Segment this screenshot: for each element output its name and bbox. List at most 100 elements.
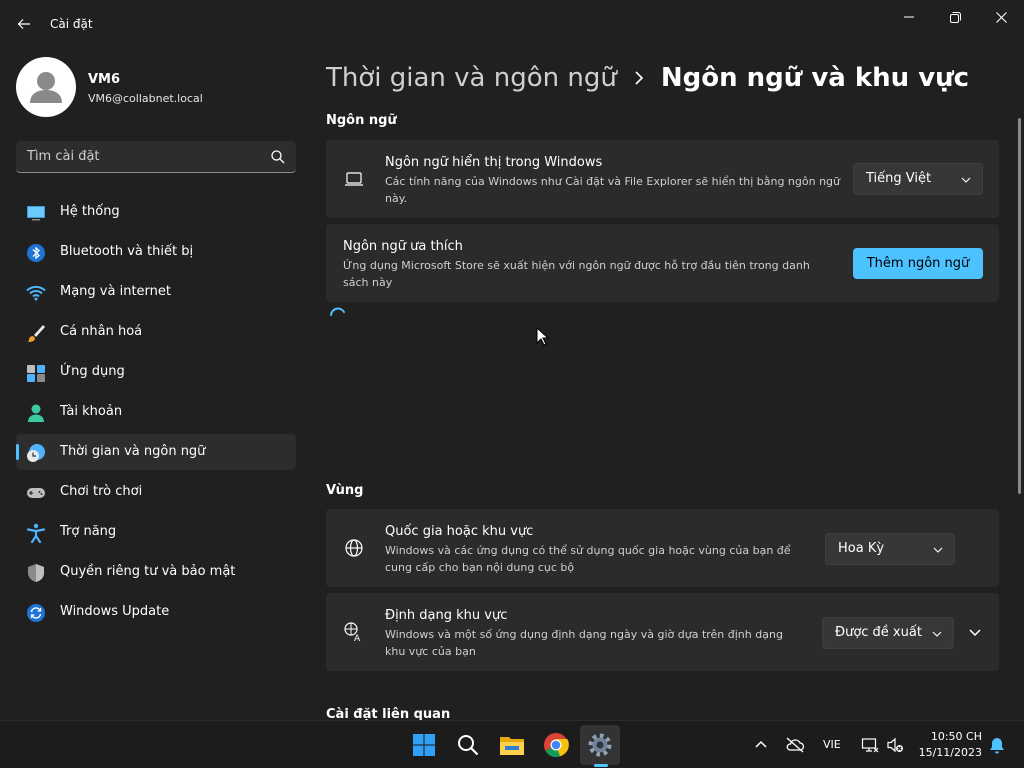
sidebar-item-bluetooth[interactable]: Bluetooth và thiết bị [16, 234, 296, 270]
user-profile[interactable]: VM6 VM6@collabnet.local [16, 57, 296, 117]
display-language-title: Ngôn ngữ hiển thị trong Windows [385, 155, 603, 170]
minimize-icon [904, 16, 914, 18]
clock-time[interactable]: 10:50 CH [916, 730, 982, 743]
wifi-icon [26, 285, 46, 301]
user-name: VM6 [88, 72, 121, 87]
monitor-icon [27, 206, 45, 221]
regional-format-card[interactable]: A Định dạng khu vực Windows và một số ứn… [326, 593, 999, 671]
sidebar-item-personalization[interactable]: Cá nhân hoá [16, 314, 296, 350]
regional-format-value: Được đề xuất [835, 625, 922, 640]
svg-text:A: A [354, 634, 361, 642]
sidebar-item-label: Trợ năng [60, 524, 117, 539]
sidebar-item-privacy[interactable]: Quyền riêng tư và bảo mật [16, 554, 296, 590]
preferred-language-description: Ứng dụng Microsoft Store sẽ xuất hiện vớ… [343, 259, 810, 289]
minimize-button[interactable] [886, 4, 932, 30]
country-region-value: Hoa Kỳ [838, 541, 885, 556]
sidebar-item-label: Hệ thống [60, 204, 120, 219]
display-language-description: Các tính năng của Windows như Cài đặt và… [385, 175, 841, 205]
sidebar-nav: Hệ thống Bluetooth và thiết bị Mạng và i… [16, 194, 296, 634]
back-button[interactable] [10, 10, 38, 38]
chrome-button[interactable] [536, 725, 576, 765]
update-icon [27, 604, 45, 622]
display-language-dropdown[interactable]: Tiếng Việt [853, 163, 983, 195]
bluetooth-icon [27, 244, 45, 262]
regional-format-icon: A [344, 622, 361, 642]
sidebar-item-label: Windows Update [60, 604, 170, 619]
preferred-language-card: Ngôn ngữ ưa thích Ứng dụng Microsoft Sto… [326, 224, 999, 302]
loading-spinner-icon [330, 307, 345, 316]
account-icon [28, 404, 44, 422]
network-icon[interactable] [861, 736, 879, 754]
sidebar-item-accounts[interactable]: Tài khoản [16, 394, 296, 430]
chevron-up-icon[interactable] [752, 736, 770, 754]
regional-format-title: Định dạng khu vực [385, 608, 508, 623]
breadcrumb-parent[interactable]: Thời gian và ngôn ngữ [326, 63, 617, 93]
display-language-card: Ngôn ngữ hiển thị trong Windows Các tính… [326, 140, 999, 218]
display-language-value: Tiếng Việt [866, 171, 932, 186]
laptop-icon [345, 172, 363, 186]
arrow-left-icon [17, 19, 30, 29]
sidebar-item-time-language[interactable]: Thời gian và ngôn ngữ [16, 434, 296, 470]
section-title-region: Vùng [326, 483, 364, 498]
country-region-title: Quốc gia hoặc khu vực [385, 524, 534, 539]
section-title-language: Ngôn ngữ [326, 113, 397, 128]
clock-date[interactable]: 15/11/2023 [906, 746, 982, 759]
sidebar-item-system[interactable]: Hệ thống [16, 194, 296, 230]
settings-icon [588, 733, 612, 757]
regional-format-dropdown[interactable]: Được đề xuất [822, 617, 954, 649]
sidebar-item-accessibility[interactable]: Trợ năng [16, 514, 296, 550]
gamepad-icon [27, 488, 45, 498]
sidebar-item-label: Quyền riêng tư và bảo mật [60, 564, 236, 579]
maximize-button[interactable] [932, 4, 978, 30]
sidebar-item-label: Bluetooth và thiết bị [60, 244, 194, 259]
input-language-indicator[interactable]: VIE [823, 738, 841, 751]
apps-icon [27, 365, 45, 382]
brush-icon [27, 325, 45, 342]
taskbar-search-button[interactable] [448, 725, 488, 765]
shield-icon [28, 564, 44, 582]
avatar [16, 57, 76, 117]
title-bar: Cài đặt [0, 0, 1024, 48]
chevron-down-icon [932, 631, 942, 637]
country-region-card: Quốc gia hoặc khu vực Windows và các ứng… [326, 509, 999, 587]
settings-taskbar-button[interactable] [580, 725, 620, 765]
restore-icon [949, 11, 961, 23]
start-button[interactable] [404, 725, 444, 765]
page-title: Ngôn ngữ và khu vực [660, 63, 970, 93]
sidebar-item-apps[interactable]: Ứng dụng [16, 354, 296, 390]
preferred-language-title: Ngôn ngữ ưa thích [343, 239, 463, 254]
sidebar-item-label: Tài khoản [60, 404, 123, 419]
person-icon [30, 72, 62, 103]
sidebar-item-label: Mạng và internet [60, 284, 171, 299]
mouse-cursor-icon [536, 327, 550, 346]
app-title: Cài đặt [50, 17, 93, 31]
add-language-button[interactable]: Thêm ngôn ngữ [853, 248, 983, 279]
cloud-offline-icon[interactable] [785, 736, 805, 754]
sidebar-item-label: Ứng dụng [60, 364, 125, 379]
sidebar-item-label: Chơi trò chơi [60, 484, 143, 499]
sidebar-item-windows-update[interactable]: Windows Update [16, 594, 296, 630]
close-button[interactable] [978, 4, 1024, 30]
settings-search[interactable] [16, 141, 296, 173]
sidebar-item-network[interactable]: Mạng và internet [16, 274, 296, 310]
search-input[interactable] [16, 141, 256, 172]
search-icon[interactable] [270, 149, 286, 165]
chevron-down-icon [933, 547, 943, 553]
file-explorer-button[interactable] [492, 725, 532, 765]
breadcrumb: Thời gian và ngôn ngữ Ngôn ngữ và khu vự… [326, 58, 969, 98]
volume-muted-icon[interactable] [886, 736, 904, 754]
active-app-indicator [594, 764, 608, 767]
sidebar-item-label: Thời gian và ngôn ngữ [60, 444, 206, 459]
globe-icon [345, 539, 363, 557]
chevron-down-icon [961, 177, 971, 183]
scrollbar[interactable] [1018, 118, 1021, 494]
sidebar-item-label: Cá nhân hoá [60, 324, 143, 339]
time-language-icon [27, 444, 45, 462]
sidebar-item-gaming[interactable]: Chơi trò chơi [16, 474, 296, 510]
chevron-right-icon [635, 71, 643, 85]
user-email: VM6@collabnet.local [88, 92, 203, 105]
expand-chevron-icon[interactable] [963, 620, 987, 644]
country-region-dropdown[interactable]: Hoa Kỳ [825, 533, 955, 565]
file-explorer-icon [500, 737, 524, 755]
notification-bell-icon[interactable] [988, 736, 1006, 754]
